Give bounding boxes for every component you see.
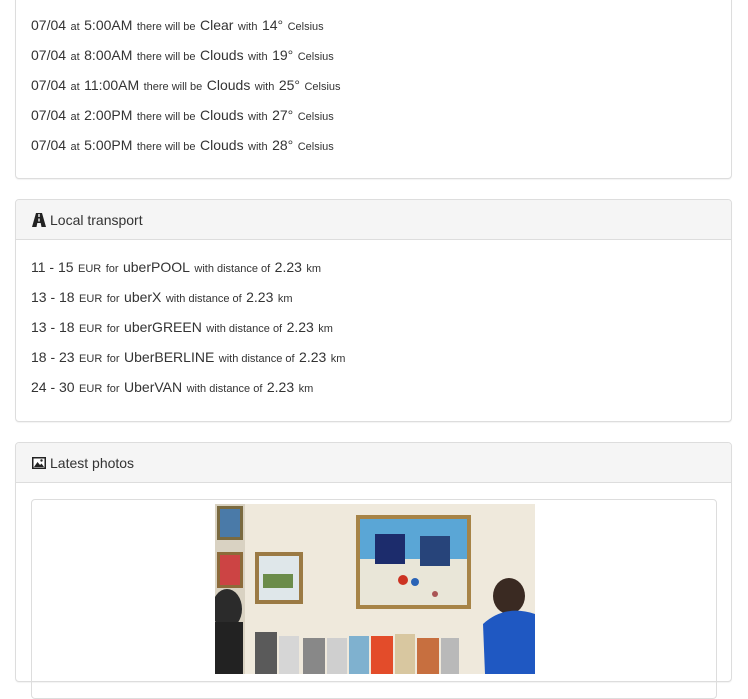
- currency: EUR: [79, 353, 103, 365]
- there-will-be-label: there will be: [136, 111, 196, 123]
- forecast-time: 5:00PM: [84, 137, 133, 153]
- at-label: at: [70, 81, 80, 93]
- temperature-unit: Celsius: [297, 51, 334, 63]
- temperature-unit: Celsius: [297, 111, 334, 123]
- transport-heading: Local transport: [16, 200, 731, 240]
- distance-value: 2.23: [286, 319, 314, 335]
- forecast-temperature: 28°: [272, 137, 294, 153]
- price-range: 18 - 23: [31, 349, 75, 365]
- forecast-date: 07/04: [31, 47, 67, 63]
- temperature-unit: Celsius: [304, 81, 341, 93]
- transport-option-row: 24 - 30 EUR for UberVAN with distance of…: [31, 379, 313, 397]
- price-range: 24 - 30: [31, 379, 75, 395]
- there-will-be-label: there will be: [136, 141, 196, 153]
- price-range: 11 - 15: [31, 259, 74, 275]
- there-will-be-label: there will be: [136, 21, 196, 33]
- uber-product-name: uberGREEN: [124, 319, 202, 335]
- gallery-photo[interactable]: [215, 504, 535, 674]
- currency: EUR: [79, 323, 103, 335]
- forecast-condition: Clouds: [200, 47, 244, 63]
- forecast-condition: Clouds: [206, 77, 251, 93]
- forecast-date: 07/04: [31, 137, 67, 153]
- distance-value: 2.23: [274, 259, 302, 275]
- uber-product-name: uberX: [124, 289, 162, 305]
- forecast-temperature: 14°: [261, 17, 284, 33]
- forecast-date: 07/04: [31, 17, 67, 33]
- there-will-be-label: there will be: [143, 81, 203, 93]
- price-range: 13 - 18: [31, 319, 75, 335]
- photo-thumbnail-frame[interactable]: [31, 499, 717, 699]
- uber-product-name: UberBERLINE: [124, 349, 215, 365]
- transport-title: Local transport: [50, 211, 143, 228]
- distance-label: with distance of: [165, 293, 242, 305]
- weather-forecast-row: 07/04 at 5:00PM there will be Clouds wit…: [31, 137, 334, 155]
- for-label: for: [106, 383, 120, 395]
- distance-label: with distance of: [218, 353, 295, 365]
- picture-icon: [32, 456, 46, 469]
- transport-panel: Local transport 11 - 15 EUR for uberPOOL…: [15, 199, 732, 422]
- distance-label: with distance of: [206, 323, 283, 335]
- with-label: with: [237, 21, 258, 33]
- forecast-time: 11:00AM: [84, 77, 140, 93]
- with-label: with: [248, 51, 268, 63]
- weather-forecast-row: 07/04 at 8:00AM there will be Clouds wit…: [31, 47, 334, 65]
- temperature-unit: Celsius: [287, 21, 324, 33]
- transport-option-row: 13 - 18 EUR for uberGREEN with distance …: [31, 319, 333, 337]
- distance-value: 2.23: [266, 379, 295, 395]
- distance-value: 2.23: [299, 349, 327, 365]
- currency: EUR: [79, 293, 103, 305]
- uber-product-name: UberVAN: [124, 379, 183, 395]
- road-icon: [32, 212, 46, 227]
- distance-unit: km: [277, 293, 293, 305]
- distance-label: with distance of: [186, 383, 263, 395]
- forecast-date: 07/04: [31, 77, 67, 93]
- at-label: at: [70, 21, 80, 33]
- there-will-be-label: there will be: [136, 51, 196, 63]
- transport-option-row: 13 - 18 EUR for uberX with distance of 2…: [31, 289, 293, 307]
- forecast-condition: Clear: [200, 17, 234, 33]
- distance-unit: km: [318, 323, 333, 335]
- forecast-time: 5:00AM: [84, 17, 133, 33]
- photos-panel: Latest photos: [15, 442, 732, 699]
- photos-heading: Latest photos: [16, 443, 731, 483]
- distance-unit: km: [330, 353, 346, 365]
- forecast-temperature: 27°: [272, 107, 294, 123]
- for-label: for: [106, 323, 120, 335]
- for-label: for: [105, 263, 119, 275]
- for-label: for: [106, 353, 120, 365]
- forecast-temperature: 19°: [272, 47, 294, 63]
- forecast-date: 07/04: [31, 107, 67, 123]
- with-label: with: [254, 81, 275, 93]
- photos-title: Latest photos: [50, 454, 135, 471]
- weather-forecast-row: 07/04 at 5:00AM there will be Clear with…: [31, 17, 324, 35]
- distance-unit: km: [298, 383, 314, 395]
- forecast-condition: Clouds: [200, 137, 244, 153]
- weather-panel: 07/04 at 5:00AM there will be Clear with…: [15, 0, 732, 179]
- transport-option-row: 18 - 23 EUR for UberBERLINE with distanc…: [31, 349, 345, 367]
- uber-product-name: uberPOOL: [122, 259, 190, 275]
- forecast-condition: Clouds: [200, 107, 244, 123]
- currency: EUR: [78, 263, 102, 275]
- forecast-time: 8:00AM: [84, 47, 133, 63]
- weather-forecast-row: 07/04 at 11:00AM there will be Clouds wi…: [31, 77, 341, 95]
- distance-value: 2.23: [246, 289, 274, 305]
- with-label: with: [248, 141, 268, 153]
- for-label: for: [106, 293, 120, 305]
- at-label: at: [70, 111, 80, 123]
- weather-forecast-row: 07/04 at 2:00PM there will be Clouds wit…: [31, 107, 334, 125]
- forecast-time: 2:00PM: [84, 107, 133, 123]
- transport-option-row: 11 - 15 EUR for uberPOOL with distance o…: [31, 259, 321, 277]
- currency: EUR: [79, 383, 103, 395]
- at-label: at: [70, 51, 80, 63]
- distance-unit: km: [306, 263, 322, 275]
- forecast-temperature: 25°: [278, 77, 300, 93]
- temperature-unit: Celsius: [297, 141, 334, 153]
- with-label: with: [248, 111, 268, 123]
- price-range: 13 - 18: [31, 289, 75, 305]
- distance-label: with distance of: [194, 263, 271, 275]
- at-label: at: [70, 141, 80, 153]
